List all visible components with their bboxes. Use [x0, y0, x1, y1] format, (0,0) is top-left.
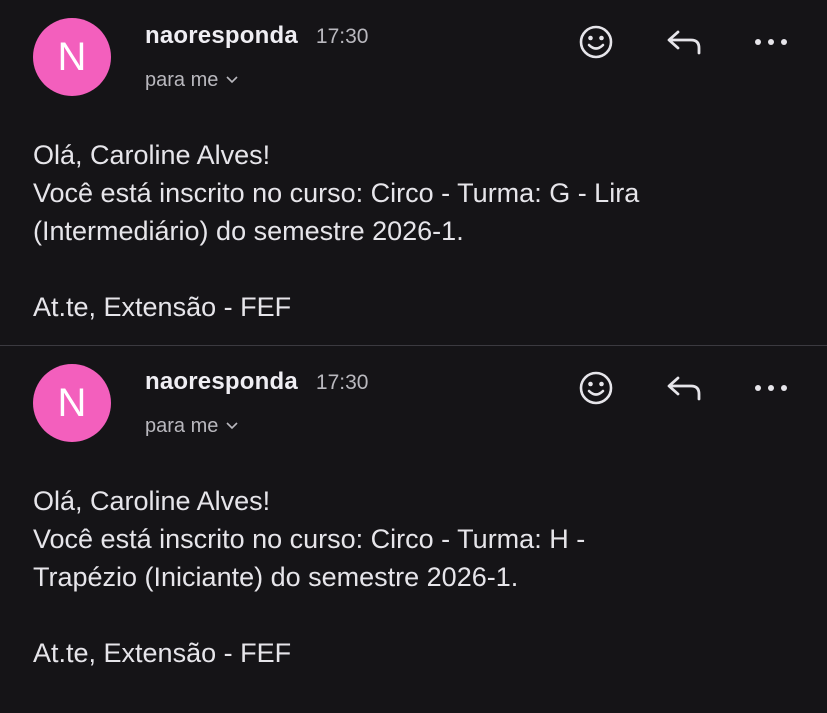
- recipient-toggle[interactable]: para me: [145, 415, 238, 438]
- sender-name[interactable]: naoresponda: [145, 368, 298, 396]
- sender-name[interactable]: naoresponda: [145, 22, 298, 50]
- body-line: (Intermediário) do semestre 2026-1.: [33, 216, 464, 246]
- greeting: Olá, Caroline Alves!: [33, 486, 271, 516]
- body-line: Você está inscrito no curso: Circo - Tur…: [33, 178, 640, 208]
- reply-icon: [667, 30, 701, 55]
- react-button[interactable]: [576, 22, 616, 62]
- sender-line: naoresponda 17:30: [145, 368, 368, 396]
- avatar[interactable]: N: [33, 18, 111, 96]
- more-icon: [755, 385, 787, 391]
- emoji-icon: [579, 371, 613, 405]
- reply-button[interactable]: [664, 368, 704, 408]
- emoji-icon: [579, 25, 613, 59]
- more-options-button[interactable]: [751, 22, 791, 62]
- more-icon: [755, 39, 787, 45]
- body-line: Trapézio (Iniciante) do semestre 2026-1.: [33, 562, 519, 592]
- recipient-label: para me: [145, 69, 219, 91]
- avatar[interactable]: N: [33, 364, 111, 442]
- reply-button[interactable]: [664, 22, 704, 62]
- email-body: Olá, Caroline Alves! Você está inscrito …: [33, 482, 823, 672]
- chevron-down-icon: [226, 67, 238, 90]
- react-button[interactable]: [576, 368, 616, 408]
- email-message: N naoresponda 17:30 para me Olá, Carolin…: [0, 0, 827, 345]
- email-body: Olá, Caroline Alves! Você está inscrito …: [33, 136, 823, 326]
- signature: At.te, Extensão - FEF: [33, 638, 292, 668]
- timestamp: 17:30: [315, 25, 369, 48]
- body-line: Você está inscrito no curso: Circo - Tur…: [33, 524, 586, 554]
- recipient-toggle[interactable]: para me: [145, 69, 238, 92]
- more-options-button[interactable]: [751, 368, 791, 408]
- timestamp: 17:30: [315, 371, 369, 394]
- email-message: N naoresponda 17:30 para me Olá, Carolin…: [0, 346, 827, 691]
- reply-icon: [667, 376, 701, 401]
- greeting: Olá, Caroline Alves!: [33, 140, 271, 170]
- sender-line: naoresponda 17:30: [145, 22, 368, 50]
- signature: At.te, Extensão - FEF: [33, 292, 292, 322]
- chevron-down-icon: [226, 413, 238, 436]
- recipient-label: para me: [145, 415, 219, 437]
